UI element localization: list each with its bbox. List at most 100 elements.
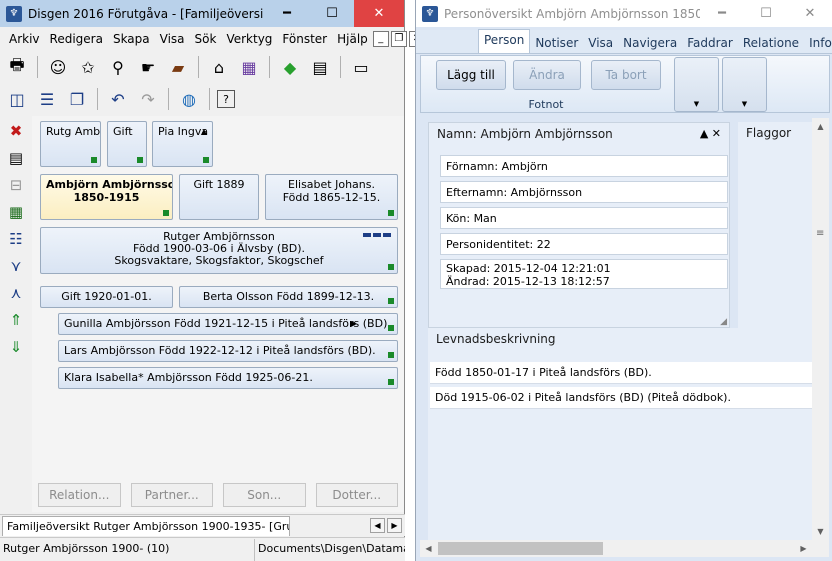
menu-sok[interactable]: Sök (190, 32, 222, 46)
relation-button[interactable]: Relation... (38, 483, 121, 507)
remove-button[interactable]: Ta bort (591, 60, 661, 90)
home-icon[interactable]: ⌂ (206, 54, 232, 80)
up-generation-icon[interactable]: ⇑ (4, 308, 28, 332)
close-button[interactable]: ✕ (354, 0, 404, 27)
person-face-icon[interactable]: ☺ (45, 54, 71, 80)
print-icon[interactable]: 🖶 (4, 54, 30, 80)
book-icon[interactable]: ▰ (165, 54, 191, 80)
down-generation-icon[interactable]: ⇓ (4, 335, 28, 359)
dotter-button[interactable]: Dotter... (315, 483, 398, 507)
scroll-left-icon[interactable]: ◀ (420, 540, 437, 557)
person-content: Namn: Ambjörn Ambjörnsson ▲ ✕ Förnamn: A… (420, 118, 814, 540)
relation-marker-icon (363, 233, 391, 237)
tab-person[interactable]: Person (478, 29, 531, 53)
bio-row-death[interactable]: Död 1915-06-02 i Piteå landsförs (BD) (P… (430, 387, 814, 409)
document-icon[interactable]: ▤ (4, 146, 28, 170)
field-efternamn[interactable]: Efternamn: Ambjörnsson (440, 181, 728, 203)
card-grandchild[interactable]: Klara Isabella* Ambjörsson Född 1925-06-… (58, 367, 398, 389)
panel-pin-close-icons[interactable]: ▲ ✕ (700, 127, 721, 140)
tab-visa[interactable]: Visa (583, 33, 618, 53)
ribbon-dropdown-1[interactable]: ▼ (674, 57, 719, 112)
layout-columns-icon[interactable]: ◫ (4, 86, 30, 112)
maximize-button[interactable]: ☐ (310, 0, 354, 27)
edit-button[interactable]: Ändra (513, 60, 581, 90)
ribbon-dropdown-2[interactable]: ▼ (722, 57, 767, 112)
mdi-restore-button[interactable]: ❐ (390, 31, 407, 47)
map-icon[interactable]: ◆ (277, 54, 303, 80)
tab-navigera[interactable]: Navigera (618, 33, 682, 53)
vertical-scrollbar[interactable]: ▲ ≡ ▼ (812, 118, 829, 540)
horizontal-scrollbar[interactable]: ◀ ▶ (420, 540, 829, 557)
redo-icon[interactable]: ↷ (135, 86, 161, 112)
field-fornamn[interactable]: Förnamn: Ambjörn (440, 155, 728, 177)
tab-notiser[interactable]: Notiser (530, 33, 583, 53)
add-button[interactable]: Lägg till (436, 60, 506, 90)
window-icon[interactable]: ▭ (348, 54, 374, 80)
card-spouse[interactable]: Elisabet Johans. Född 1865-12-15. (265, 174, 398, 220)
partner-button[interactable]: Partner... (130, 483, 213, 507)
bio-row-birth[interactable]: Född 1850-01-17 i Piteå landsförs (BD). (430, 362, 814, 384)
card-grandchild[interactable]: Lars Ambjörsson Född 1922-12-12 i Piteå … (58, 340, 398, 362)
list-view-icon[interactable]: ☷ (4, 227, 28, 251)
tab-scroll-right-icon[interactable]: ▶ (387, 518, 402, 533)
menu-redigera[interactable]: Redigera (45, 32, 108, 46)
card-child-spouse[interactable]: Berta Olsson Född 1899-12-13. (179, 286, 398, 308)
globe-icon[interactable]: ◍ (176, 86, 202, 112)
modified-timestamp: Ändrad: 2015-12-13 18:12:57 (446, 275, 610, 288)
mdi-minimize-button[interactable]: _ (372, 31, 389, 47)
card-grandchild[interactable]: Gunilla Ambjörsson Född 1921-12-15 i Pit… (58, 313, 398, 335)
scroll-up-icon[interactable]: ▲ (812, 118, 829, 135)
son-button[interactable]: Son... (223, 483, 306, 507)
person-star-icon[interactable]: ✩ (75, 54, 101, 80)
card-mother-parent[interactable]: Pia Ingva ▲ (152, 121, 213, 167)
tab-faddrar[interactable]: Faddrar (682, 33, 738, 53)
card-child[interactable]: Rutger Ambjörnsson Född 1900-03-06 i Älv… (40, 227, 398, 274)
delete-icon[interactable]: ✖ (4, 119, 28, 143)
descendants-tree-icon[interactable]: ⋎ (4, 254, 28, 278)
tab-information[interactable]: Informati (804, 33, 832, 53)
field-kon[interactable]: Kön: Man (440, 207, 728, 229)
card-parents-married[interactable]: Gift (107, 121, 147, 167)
card-father-parent[interactable]: Rutg Ambj (40, 121, 101, 167)
minimize-button[interactable]: ━ (264, 0, 310, 27)
card-child-married[interactable]: Gift 1920-01-01. (40, 286, 173, 308)
chevron-down-icon: ▼ (693, 100, 700, 108)
layout-rows-icon[interactable]: ☰ (34, 86, 60, 112)
resize-grip-icon[interactable]: ◢ (720, 317, 727, 327)
right-title-bar[interactable]: ♆ Personöversikt Ambjörn Ambjörnsson 185… (416, 0, 832, 27)
scroll-grip-icon: ≡ (816, 228, 825, 239)
help-icon[interactable]: ? (217, 90, 235, 108)
menu-arkiv[interactable]: Arkiv (4, 32, 45, 46)
biography-panel: Levnadsbeskrivning Född 1850-01-17 i Pit… (428, 328, 814, 540)
horizontal-scroll-thumb[interactable] (438, 542, 603, 555)
card-main-person[interactable]: Ambjörn Ambjörnsson 1850-1915 (40, 174, 173, 220)
field-personidentitet[interactable]: Personidentitet: 22 (440, 233, 728, 255)
maximize-button[interactable]: ☐ (744, 0, 788, 27)
minimize-button[interactable]: ━ (700, 0, 744, 27)
scroll-right-icon[interactable]: ▶ (795, 540, 812, 557)
scroll-down-icon[interactable]: ▼ (812, 523, 829, 540)
menu-hjalp[interactable]: Hjälp (332, 32, 373, 46)
binoculars-icon[interactable]: ⚲ (105, 54, 131, 80)
undo-icon[interactable]: ↶ (105, 86, 131, 112)
family-overview-window: ♆ Disgen 2016 Förutgåva - [Familjeöversi… (0, 0, 425, 561)
card-main-married[interactable]: Gift 1889 (179, 174, 259, 220)
tab-scroll-left-icon[interactable]: ◀ (370, 518, 385, 533)
tree-small-icon[interactable]: ⊟ (4, 173, 28, 197)
menu-verktyg[interactable]: Verktyg (221, 32, 277, 46)
field-timestamps[interactable]: Skapad: 2015-12-04 12:21:01 Ändrad: 2015… (440, 259, 728, 289)
family-grid-icon[interactable]: ▦ (4, 200, 28, 224)
ancestors-tree-icon[interactable]: ⋏ (4, 281, 28, 305)
menu-fonster[interactable]: Fönster (277, 32, 332, 46)
menu-visa[interactable]: Visa (155, 32, 190, 46)
handshake-icon[interactable]: ☛ (135, 54, 161, 80)
menu-skapa[interactable]: Skapa (108, 32, 155, 46)
tab-family-overview[interactable]: Familjeöversikt Rutger Ambjörsson 1900-1… (2, 516, 290, 536)
layout-cascade-icon[interactable]: ❐ (64, 86, 90, 112)
name-panel-header: Namn: Ambjörn Ambjörnsson (437, 127, 613, 141)
left-title-bar[interactable]: ♆ Disgen 2016 Förutgåva - [Familjeöversi… (0, 0, 404, 27)
close-button[interactable]: ✕ (788, 0, 832, 27)
calendar-icon[interactable]: ▤ (307, 54, 333, 80)
tab-relationer[interactable]: Relatione (738, 33, 804, 53)
books-icon[interactable]: ▦ (236, 54, 262, 80)
